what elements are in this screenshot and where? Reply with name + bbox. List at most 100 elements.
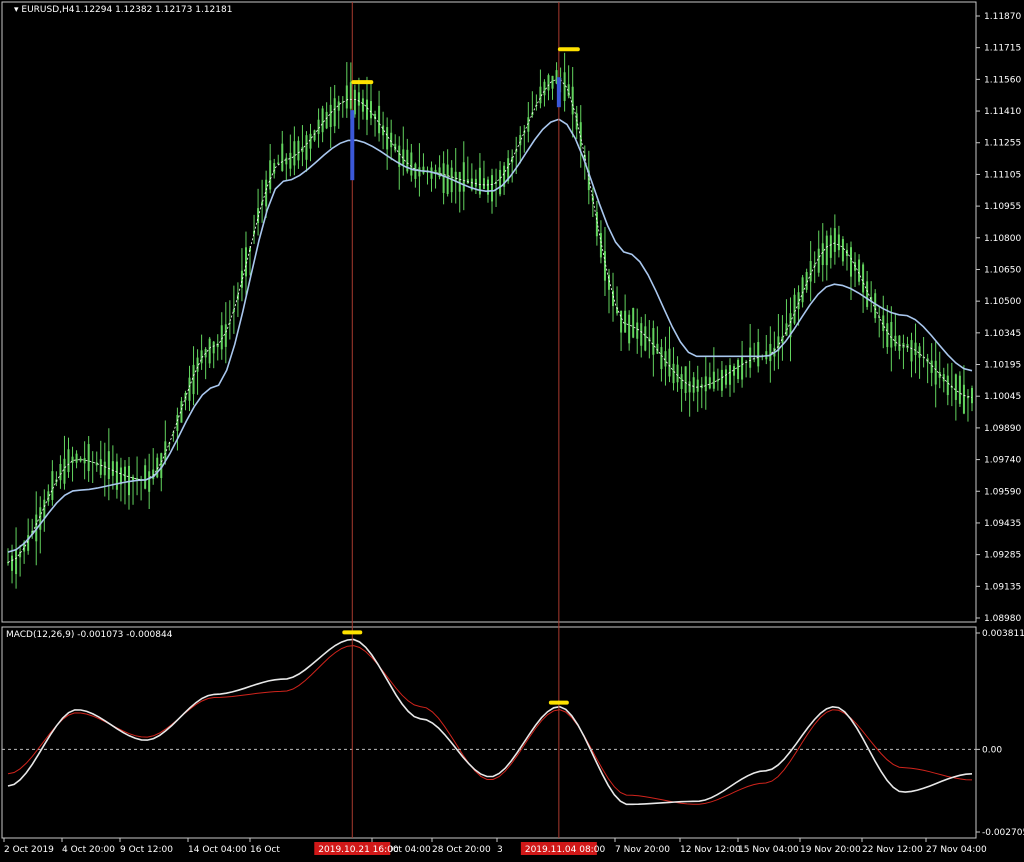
candle-body bbox=[394, 143, 397, 151]
candle-body bbox=[862, 264, 865, 293]
price-tick-label: 1.09285 bbox=[984, 551, 1021, 561]
x-tick-label: 14 Oct 04:00 bbox=[188, 845, 247, 855]
candle-body bbox=[67, 449, 70, 473]
candle-body bbox=[539, 86, 542, 104]
highlighted-date-label: 2019.10.21 16:00 bbox=[318, 845, 399, 855]
candle-body bbox=[285, 157, 288, 165]
candle-body bbox=[720, 369, 723, 391]
candle-body bbox=[890, 321, 893, 348]
candle-body bbox=[632, 308, 635, 338]
candle-body bbox=[696, 379, 699, 392]
candle-body bbox=[333, 98, 336, 127]
price-tick-label: 1.10955 bbox=[984, 202, 1021, 212]
x-tick-label: 9 Oct 12:00 bbox=[120, 845, 173, 855]
candle-body bbox=[733, 366, 736, 376]
candle-body bbox=[563, 72, 566, 101]
candle-body bbox=[692, 377, 695, 393]
candle-body bbox=[329, 104, 332, 127]
candle-body bbox=[971, 388, 973, 404]
candle-body bbox=[365, 99, 368, 120]
price-tick-label: 1.10800 bbox=[984, 234, 1021, 244]
slow-ma-line bbox=[7, 118, 973, 553]
candle-body bbox=[680, 374, 683, 389]
price-tick-label: 1.11870 bbox=[984, 12, 1021, 22]
candle-body bbox=[305, 135, 308, 160]
price-panel-frame bbox=[1, 1, 977, 623]
candle-body bbox=[858, 259, 861, 282]
x-tick-label: 15 Nov 04:00 bbox=[738, 845, 799, 855]
macd-y-axis: 0.003811 0.00 -0.002705 bbox=[976, 629, 1024, 838]
candle-body bbox=[704, 376, 707, 392]
candle-body bbox=[232, 309, 235, 312]
candle-body bbox=[63, 458, 66, 484]
candle-body bbox=[87, 444, 90, 472]
price-tick-label: 1.10045 bbox=[984, 392, 1021, 402]
candle-body bbox=[825, 235, 828, 266]
candle-body bbox=[499, 169, 502, 195]
candle-body bbox=[386, 127, 389, 150]
candle-body bbox=[164, 441, 167, 461]
candle-body bbox=[192, 364, 195, 395]
macd-tick-label: -0.002705 bbox=[982, 828, 1024, 838]
candle-body bbox=[898, 335, 901, 351]
candle-body bbox=[309, 133, 312, 149]
x-tick-label: 7 Nov 20:00 bbox=[615, 845, 670, 855]
candle-body bbox=[220, 325, 223, 350]
candle-body bbox=[886, 323, 889, 348]
highlighted-date-label: 2019.11.04 08:00 bbox=[525, 845, 606, 855]
candle-body bbox=[579, 122, 582, 147]
ohlc-readout: 1.12294 1.12382 1.12173 1.12181 bbox=[75, 5, 232, 15]
candle-body bbox=[849, 247, 852, 277]
candle-body bbox=[144, 465, 147, 489]
symbol-label: EURUSD,H4 bbox=[21, 5, 74, 15]
candle-body bbox=[664, 351, 667, 367]
candle-body bbox=[644, 326, 647, 351]
candle-body bbox=[297, 140, 300, 161]
candle-body bbox=[672, 363, 675, 384]
candle-body bbox=[313, 130, 316, 141]
candle-body bbox=[216, 343, 219, 348]
candle-body bbox=[75, 453, 78, 463]
candle-body bbox=[410, 152, 413, 176]
candle-body bbox=[79, 458, 82, 462]
price-tick-label: 1.09135 bbox=[984, 582, 1021, 592]
candle-body bbox=[543, 81, 546, 96]
candle-body bbox=[817, 248, 820, 273]
macd-panel-frame bbox=[1, 626, 977, 839]
candle-body bbox=[757, 342, 760, 367]
macd-tick-label: 0.003811 bbox=[982, 629, 1024, 639]
candle-body bbox=[345, 85, 348, 109]
candle-body bbox=[378, 105, 381, 134]
candle-body bbox=[47, 491, 50, 502]
price-tick-label: 1.09590 bbox=[984, 487, 1021, 497]
price-y-axis: 1.11870 1.11715 1.11560 1.11410 1.11255 1.111… bbox=[976, 12, 1021, 624]
candle-body bbox=[874, 293, 877, 319]
candle-body bbox=[71, 456, 74, 463]
candle-body bbox=[958, 375, 961, 404]
candle-body bbox=[325, 111, 328, 129]
price-tick-label: 1.10345 bbox=[984, 329, 1021, 339]
candle-body bbox=[273, 163, 276, 174]
candle-body bbox=[240, 270, 243, 288]
candle-body bbox=[491, 175, 494, 202]
candle-body bbox=[212, 341, 215, 354]
candle-body bbox=[418, 167, 421, 177]
candle-body bbox=[402, 149, 405, 165]
dropdown-triangle-icon: ▾ bbox=[14, 5, 21, 15]
candle-body bbox=[224, 324, 227, 347]
candle-body bbox=[111, 461, 114, 476]
candle-body bbox=[269, 160, 272, 190]
candle-body bbox=[571, 86, 574, 115]
candle-body bbox=[708, 377, 711, 389]
candle-body bbox=[321, 108, 324, 133]
candle-body bbox=[474, 178, 477, 187]
candle-body bbox=[841, 239, 844, 262]
price-tick-label: 1.09740 bbox=[984, 456, 1021, 466]
candle-body bbox=[59, 463, 62, 481]
candle-body bbox=[39, 507, 42, 530]
candle-body bbox=[11, 555, 14, 571]
candle-body bbox=[688, 381, 691, 393]
price-tick-label: 1.11255 bbox=[984, 139, 1021, 149]
candle-body bbox=[289, 152, 292, 169]
candle-body bbox=[684, 366, 687, 394]
